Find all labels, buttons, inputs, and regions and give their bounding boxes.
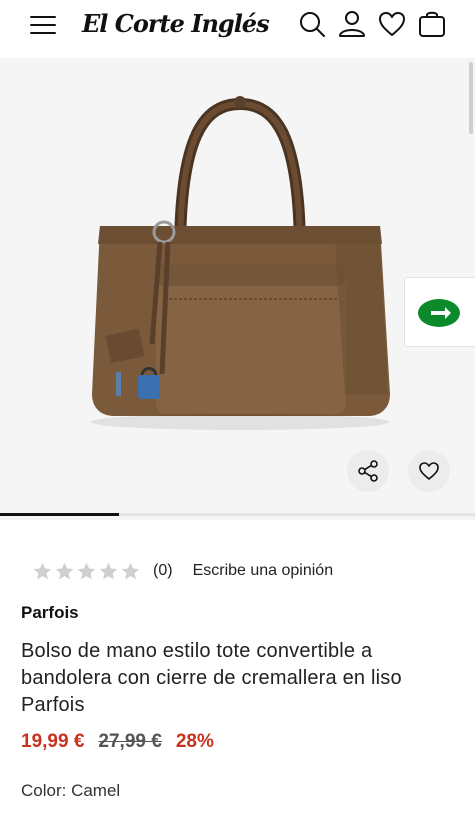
search-icon[interactable] bbox=[296, 8, 328, 40]
wishlist-heart-icon[interactable] bbox=[376, 8, 408, 40]
top-header: El Corte Inglés bbox=[0, 0, 475, 58]
store-logo[interactable]: El Corte Inglés bbox=[82, 4, 270, 44]
product-rating: (0) Escribe una opinión bbox=[32, 558, 333, 584]
gallery-progress-fill bbox=[0, 513, 119, 516]
star-icon bbox=[121, 562, 140, 579]
gallery-progress-bar bbox=[0, 513, 475, 516]
share-button[interactable] bbox=[347, 450, 389, 492]
discount-percent: 28% bbox=[175, 731, 214, 752]
star-icon bbox=[33, 562, 52, 579]
chat-play-icon bbox=[418, 299, 460, 327]
star-icon bbox=[55, 562, 74, 579]
user-account-icon[interactable] bbox=[336, 8, 368, 40]
rating-count: (0) bbox=[153, 562, 173, 579]
favorite-button[interactable] bbox=[408, 450, 450, 492]
rating-stars bbox=[32, 561, 141, 582]
share-icon bbox=[358, 460, 378, 482]
current-price: 19,99 € bbox=[21, 731, 85, 752]
menu-icon[interactable] bbox=[28, 12, 58, 38]
product-image-tote-bag bbox=[90, 96, 390, 430]
heart-icon bbox=[419, 462, 439, 480]
menu-icon-bar bbox=[30, 32, 56, 34]
product-image-gallery[interactable] bbox=[0, 58, 475, 520]
price-block: 19,99 € 27,99 € 28% bbox=[21, 731, 214, 753]
color-selection-label: Color: Camel bbox=[21, 781, 121, 800]
star-icon bbox=[99, 562, 118, 579]
product-title: Bolso de mano estilo tote convertible a … bbox=[21, 640, 402, 716]
original-price: 27,99 € bbox=[98, 731, 162, 752]
menu-icon-bar bbox=[30, 24, 56, 26]
write-review-link[interactable]: Escribe una opinión bbox=[193, 562, 334, 580]
page-scrollbar[interactable] bbox=[469, 62, 473, 134]
shopping-bag-icon[interactable] bbox=[416, 8, 448, 40]
menu-icon-bar bbox=[30, 16, 56, 18]
product-brand[interactable]: Parfois bbox=[21, 603, 79, 623]
chat-widget-button[interactable] bbox=[404, 277, 475, 347]
star-icon bbox=[77, 562, 96, 579]
